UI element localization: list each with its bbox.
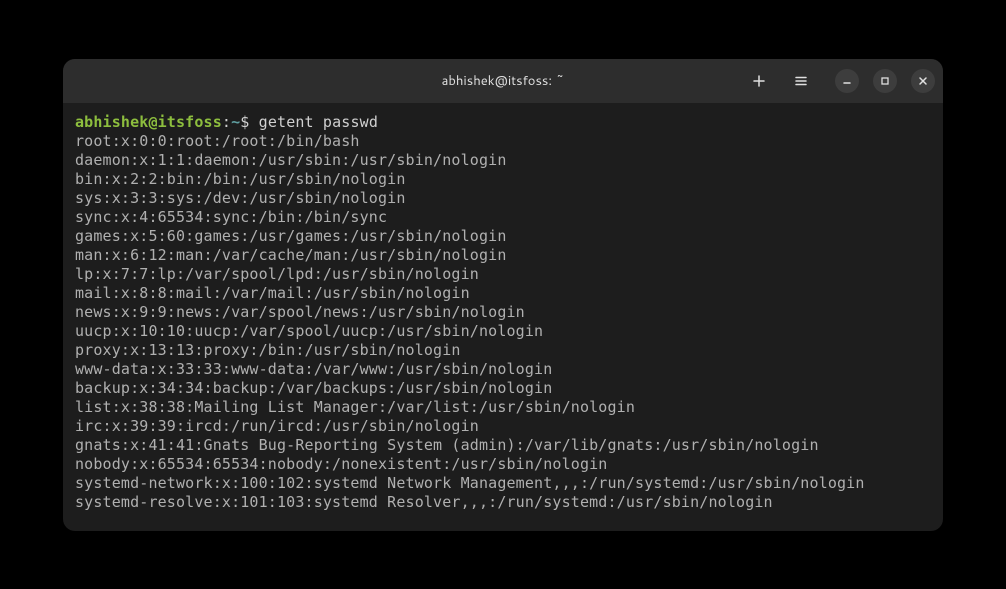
minimize-icon bbox=[842, 76, 852, 86]
hamburger-icon bbox=[794, 74, 808, 88]
prompt-line: abhishek@itsfoss:~$ getent passwd bbox=[75, 113, 931, 132]
prompt-path: ~ bbox=[231, 113, 240, 131]
titlebar: abhishek@itsfoss: ~ bbox=[63, 59, 943, 103]
prompt-user-host: abhishek@itsfoss bbox=[75, 113, 222, 131]
maximize-icon bbox=[880, 76, 890, 86]
output-line: systemd-network:x:100:102:systemd Networ… bbox=[75, 474, 931, 493]
output-line: mail:x:8:8:mail:/var/mail:/usr/sbin/nolo… bbox=[75, 284, 931, 303]
output-line: root:x:0:0:root:/root:/bin/bash bbox=[75, 132, 931, 151]
new-tab-button[interactable] bbox=[747, 69, 771, 93]
output-line: systemd-resolve:x:101:103:systemd Resolv… bbox=[75, 493, 931, 512]
output-line: daemon:x:1:1:daemon:/usr/sbin:/usr/sbin/… bbox=[75, 151, 931, 170]
output-line: lp:x:7:7:lp:/var/spool/lpd:/usr/sbin/nol… bbox=[75, 265, 931, 284]
output-line: man:x:6:12:man:/var/cache/man:/usr/sbin/… bbox=[75, 246, 931, 265]
minimize-button[interactable] bbox=[835, 69, 859, 93]
close-button[interactable] bbox=[911, 69, 935, 93]
output-line: www-data:x:33:33:www-data:/var/www:/usr/… bbox=[75, 360, 931, 379]
output-line: nobody:x:65534:65534:nobody:/nonexistent… bbox=[75, 455, 931, 474]
plus-icon bbox=[752, 74, 766, 88]
window-controls bbox=[835, 69, 935, 93]
output-line: list:x:38:38:Mailing List Manager:/var/l… bbox=[75, 398, 931, 417]
output-line: bin:x:2:2:bin:/bin:/usr/sbin/nologin bbox=[75, 170, 931, 189]
output-line: games:x:5:60:games:/usr/games:/usr/sbin/… bbox=[75, 227, 931, 246]
output-line: gnats:x:41:41:Gnats Bug-Reporting System… bbox=[75, 436, 931, 455]
window-title: abhishek@itsfoss: ~ bbox=[442, 72, 565, 90]
output-line: sync:x:4:65534:sync:/bin:/bin/sync bbox=[75, 208, 931, 227]
output-line: sys:x:3:3:sys:/dev:/usr/sbin/nologin bbox=[75, 189, 931, 208]
command-text: getent passwd bbox=[259, 113, 378, 131]
terminal-content[interactable]: abhishek@itsfoss:~$ getent passwd root:x… bbox=[63, 103, 943, 531]
output-line: uucp:x:10:10:uucp:/var/spool/uucp:/usr/s… bbox=[75, 322, 931, 341]
terminal-window: abhishek@itsfoss: ~ bbox=[63, 59, 943, 531]
titlebar-left-controls bbox=[747, 69, 813, 93]
prompt-symbol: $ bbox=[240, 113, 249, 131]
maximize-button[interactable] bbox=[873, 69, 897, 93]
output-line: backup:x:34:34:backup:/var/backups:/usr/… bbox=[75, 379, 931, 398]
menu-button[interactable] bbox=[789, 69, 813, 93]
output-line: proxy:x:13:13:proxy:/bin:/usr/sbin/nolog… bbox=[75, 341, 931, 360]
close-icon bbox=[918, 76, 928, 86]
prompt-colon: : bbox=[222, 113, 231, 131]
output-line: news:x:9:9:news:/var/spool/news:/usr/sbi… bbox=[75, 303, 931, 322]
output-line: irc:x:39:39:ircd:/run/ircd:/usr/sbin/nol… bbox=[75, 417, 931, 436]
